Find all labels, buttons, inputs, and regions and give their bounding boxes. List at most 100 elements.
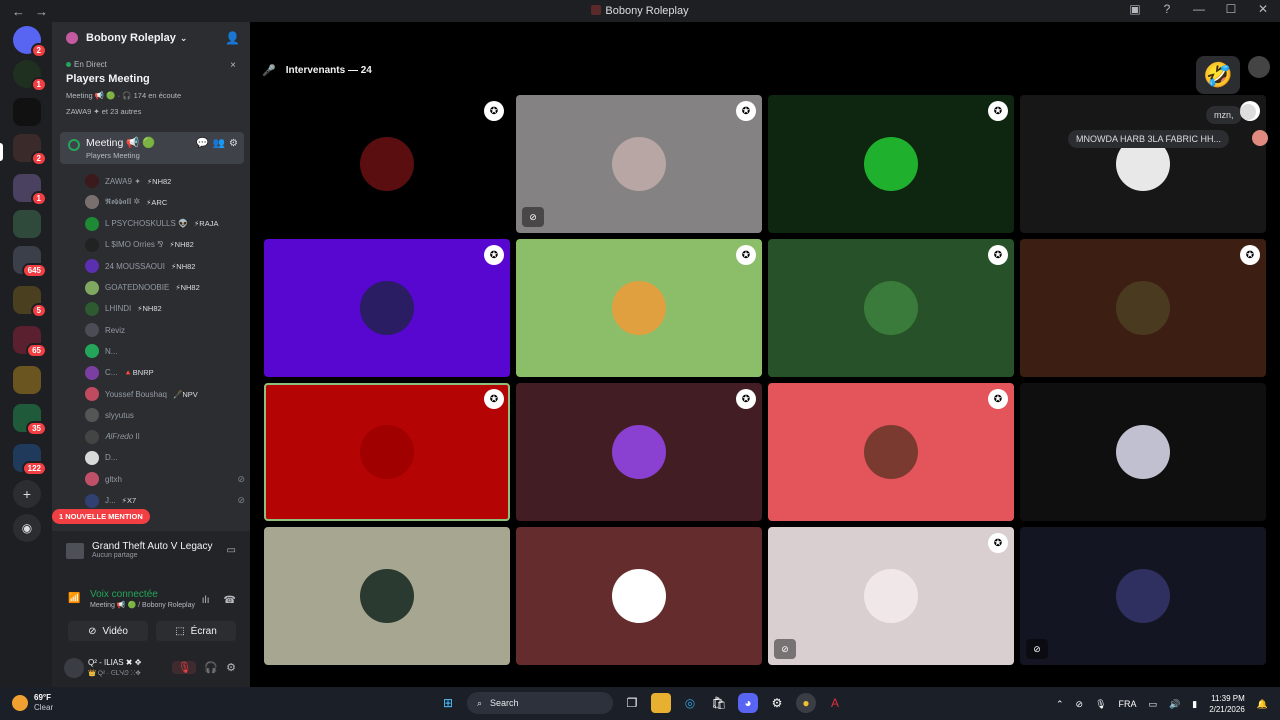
server-folder-icon[interactable]: 1: [13, 174, 47, 206]
current-user[interactable]: Q² - ILIAS ✖ ✥ 👑 Q² · ᕮᒪᓭᘎ ⵘ✥ 🎙 🎧 ⚙: [52, 647, 250, 687]
clock[interactable]: 11:39 PM 2/21/2026: [1209, 693, 1245, 715]
app-icon[interactable]: ⚙: [767, 693, 787, 713]
member-item[interactable]: GOATEDNOOBIE ⚡NH82: [85, 279, 245, 297]
speaker-tile[interactable]: ✪: [516, 239, 762, 377]
network-icon[interactable]: ⊘: [1076, 699, 1084, 710]
file-explorer-icon[interactable]: [651, 693, 671, 713]
server-header[interactable]: Bobony Roleplay ⌄ 👤: [52, 22, 250, 54]
member-item[interactable]: 𝕽𝖔𝖇𝖇𝖆𝖑𝖑 ✲ ⚡ARC: [85, 193, 245, 211]
microphone-icon[interactable]: 🎙: [1095, 699, 1106, 710]
server-folder-icon[interactable]: 122: [13, 444, 47, 476]
server-folder-icon[interactable]: 35: [13, 404, 47, 436]
speaker-tile[interactable]: ✪: [768, 239, 1014, 377]
moderator-icon: ✪: [484, 245, 504, 265]
maximize-icon[interactable]: ☐: [1222, 2, 1240, 16]
headset-icon[interactable]: 🎧: [204, 661, 218, 674]
disconnect-icon[interactable]: ☎: [224, 595, 236, 606]
back-icon[interactable]: ←: [12, 4, 25, 19]
noise-suppression-icon[interactable]: ılı: [202, 595, 210, 606]
speaker-tile[interactable]: ✪: [264, 383, 510, 521]
close-window-icon[interactable]: ✕: [1254, 2, 1272, 16]
member-item[interactable]: Reviz: [85, 321, 245, 339]
live-stage-card[interactable]: En Direct × Players Meeting Meeting 📢 🟢 …: [52, 54, 250, 120]
speaker-tile[interactable]: ✪ ⊘: [768, 527, 1014, 665]
direct-messages-icon[interactable]: 2: [13, 26, 47, 58]
video-button[interactable]: ⊘ Vidéo: [68, 621, 148, 641]
avatar: [85, 216, 99, 231]
language-indicator[interactable]: FRA: [1119, 699, 1137, 709]
member-item[interactable]: gltxh ⊘: [85, 470, 245, 488]
avatar: [64, 658, 84, 678]
task-view-icon[interactable]: ❐: [622, 693, 642, 713]
invite-member-icon[interactable]: 👥: [213, 138, 225, 149]
search-box[interactable]: ⌕ Search: [467, 692, 613, 714]
notifications-icon[interactable]: 🔔: [1257, 699, 1268, 710]
speaker-tile[interactable]: ✪: [264, 239, 510, 377]
weather-widget[interactable]: 69°F Clear: [12, 693, 53, 713]
member-item[interactable]: 𝐴𝑙𝐹𝑟𝑒𝑑𝑜 ⅼⅼ: [85, 428, 245, 446]
speaker-tile[interactable]: ✪: [768, 95, 1014, 233]
speaker-tile[interactable]: ✪ ⊘: [516, 95, 762, 233]
server-folder-icon[interactable]: 645: [13, 246, 47, 278]
new-mention-badge[interactable]: 1 NOUVELLE MENTION: [52, 509, 150, 524]
server-folder-icon[interactable]: [13, 210, 41, 238]
start-icon[interactable]: ⊞: [438, 693, 458, 713]
discord-icon[interactable]: ◕: [738, 693, 758, 713]
speaker-tile[interactable]: ✪: [516, 383, 762, 521]
member-item[interactable]: LHINDI ⚡NH82: [85, 300, 245, 318]
close-icon[interactable]: ×: [230, 60, 236, 71]
title-bar: ← → Bobony Roleplay ▣ ? — ☐ ✕: [0, 0, 1280, 22]
avatar: [360, 137, 414, 191]
forward-icon[interactable]: →: [35, 4, 48, 19]
moderator-icon: ✪: [1240, 245, 1260, 265]
speaker-tile[interactable]: ✪: [1020, 239, 1266, 377]
server-folder-icon[interactable]: 5: [13, 286, 47, 318]
gear-icon[interactable]: ⚙: [226, 661, 236, 674]
store-icon[interactable]: 🛍: [709, 693, 729, 713]
screen-share-button[interactable]: ⬚ Écran: [156, 621, 236, 641]
member-item[interactable]: D...: [85, 449, 245, 467]
member-item[interactable]: N...: [85, 342, 245, 360]
help-icon[interactable]: ?: [1158, 2, 1176, 16]
server-icon[interactable]: [13, 98, 41, 126]
chat-icon[interactable]: 💬: [196, 138, 208, 149]
channel-meeting[interactable]: Meeting 📢 🟢 Players Meeting 💬 👥 ⚙: [60, 132, 244, 164]
minimize-icon[interactable]: —: [1190, 2, 1208, 16]
volume-icon[interactable]: 🔊: [1169, 699, 1180, 710]
chrome-icon[interactable]: ●: [796, 693, 816, 713]
speaker-tile[interactable]: [1020, 383, 1266, 521]
member-item[interactable]: 24 MOUSSAOUI ⚡NH82: [85, 257, 245, 275]
server-icon[interactable]: 1: [13, 60, 47, 92]
member-item[interactable]: J... ⚡X7 ⊘: [85, 492, 245, 510]
member-item[interactable]: C... 🔺BNRP: [85, 364, 245, 382]
member-item[interactable]: L PSYCHOSKULLS 👽 ⚡RAJA: [85, 215, 245, 233]
add-server-icon[interactable]: +: [13, 480, 41, 508]
speaker-tile[interactable]: [264, 527, 510, 665]
avatar[interactable]: [1248, 56, 1270, 78]
gear-icon[interactable]: ⚙: [229, 138, 238, 149]
avatar: [360, 281, 414, 335]
member-item[interactable]: L $IMO Orries ⅋ ⚡NH82: [85, 236, 245, 254]
member-item[interactable]: ZAWA9 ✦ ⚡NH82: [85, 172, 245, 190]
member-item[interactable]: slyyutus: [85, 406, 245, 424]
speaker-tile[interactable]: ⊘: [1020, 527, 1266, 665]
speaker-tile[interactable]: ✪: [768, 383, 1014, 521]
speaker-tile[interactable]: ✪: [264, 95, 510, 233]
display-icon[interactable]: ▭: [1149, 699, 1158, 710]
battery-icon[interactable]: ▮: [1192, 699, 1197, 710]
discover-icon[interactable]: ◉: [13, 514, 41, 542]
chevron-up-icon[interactable]: ⌃: [1056, 699, 1064, 710]
server-folder-icon[interactable]: 65: [13, 326, 47, 358]
reaction-button[interactable]: 🤣: [1196, 56, 1240, 94]
speaker-tile[interactable]: [516, 527, 762, 665]
edge-icon[interactable]: ◎: [680, 693, 700, 713]
avatar: [864, 137, 918, 191]
server-icon[interactable]: 2: [13, 134, 47, 166]
mic-muted-icon[interactable]: 🎙: [172, 661, 197, 674]
adobe-icon[interactable]: A: [825, 693, 845, 713]
member-item[interactable]: Youssef Boushaq 🖋️NPV: [85, 385, 245, 403]
inbox-icon[interactable]: ▣: [1126, 2, 1144, 16]
share-screen-icon[interactable]: ▭: [227, 545, 236, 556]
server-folder-icon[interactable]: [13, 366, 41, 394]
invite-icon[interactable]: 👤: [225, 31, 240, 45]
